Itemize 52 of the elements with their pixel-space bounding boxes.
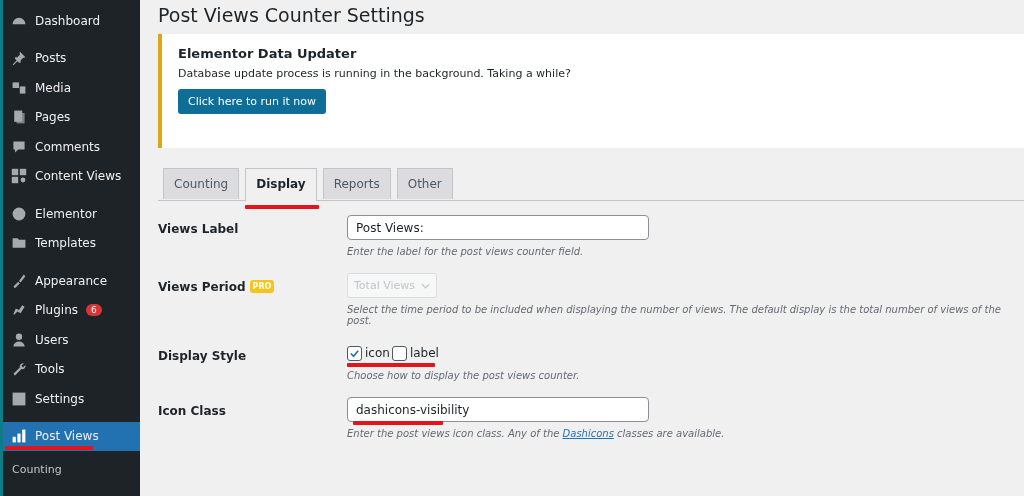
pin-icon (11, 50, 27, 67)
sidebar-item[interactable]: Post Views (3, 421, 140, 451)
media-icon (11, 79, 27, 96)
field-description: Enter the post views icon class. Any of the Dashicons classes are available. (347, 428, 726, 439)
field-label: Icon Class (158, 404, 226, 418)
sidebar-item[interactable]: Templates (3, 228, 140, 258)
checkmark-icon (349, 347, 360, 359)
sidebar-item[interactable]: Posts (3, 43, 140, 73)
sidebar-item[interactable]: Dashboard (3, 6, 140, 36)
settings-tab[interactable]: Counting (163, 168, 240, 199)
sidebar-item[interactable]: Comments (3, 132, 140, 162)
circle-icon (11, 205, 27, 222)
pages-icon (11, 109, 27, 126)
sidebar-item[interactable]: Tools (3, 354, 140, 384)
checkbox[interactable] (347, 345, 362, 361)
settings-tab[interactable]: Display (245, 168, 317, 201)
settings-icon (11, 390, 27, 407)
settings-tab[interactable]: Reports (322, 168, 391, 199)
field-description: Select the time period to be included when displaying the number of views. The default display is the total number of views of the post. (347, 304, 1002, 326)
wrench-icon (11, 361, 27, 378)
user-icon (11, 331, 27, 348)
sidebar-item[interactable]: Media (3, 73, 140, 103)
field-label: Views Label (158, 222, 239, 236)
text-field[interactable]: Post Views: (347, 215, 649, 240)
sidebar-item[interactable]: Pages (3, 102, 140, 132)
field-description: Enter the label for the post views counter field. (347, 246, 585, 257)
dashicons-link[interactable]: Dashicons (562, 428, 614, 439)
sidebar-item[interactable]: Settings (3, 384, 140, 414)
checkbox-label: icon (365, 346, 390, 360)
checkbox[interactable] (391, 345, 407, 361)
checkbox-label: label (409, 346, 439, 360)
grid-icon (11, 168, 27, 185)
sidebar-item[interactable]: Users (3, 325, 140, 355)
bars-icon (11, 428, 27, 445)
notice-message: Database update process is running in the background. Taking a while? (178, 67, 572, 80)
sidebar-item[interactable]: Content Views (3, 161, 140, 191)
sidebar-item[interactable]: Plugins 6 (3, 295, 140, 325)
chevron-down-icon (421, 282, 431, 289)
sidebar-item[interactable]: Appearance (3, 266, 140, 296)
text-field[interactable]: dashicons-visibility (347, 397, 649, 422)
pro-badge: PRO (249, 280, 275, 293)
comment-icon (11, 138, 27, 155)
settings-tab[interactable]: Other (396, 168, 453, 199)
notice-title: Elementor Data Updater (178, 46, 358, 61)
submenu-item[interactable]: Counting (12, 463, 140, 476)
update-count-badge: 6 (86, 304, 102, 317)
field-description: Choose how to display the post views counter. (347, 370, 581, 381)
field-label: Views Period (158, 280, 246, 294)
field-label: Display Style (158, 349, 247, 363)
page-title: Post Views Counter Settings (158, 4, 426, 26)
run-updater-button[interactable]: Click here to run it now (178, 89, 327, 114)
sidebar-item[interactable]: Elementor (3, 199, 140, 229)
